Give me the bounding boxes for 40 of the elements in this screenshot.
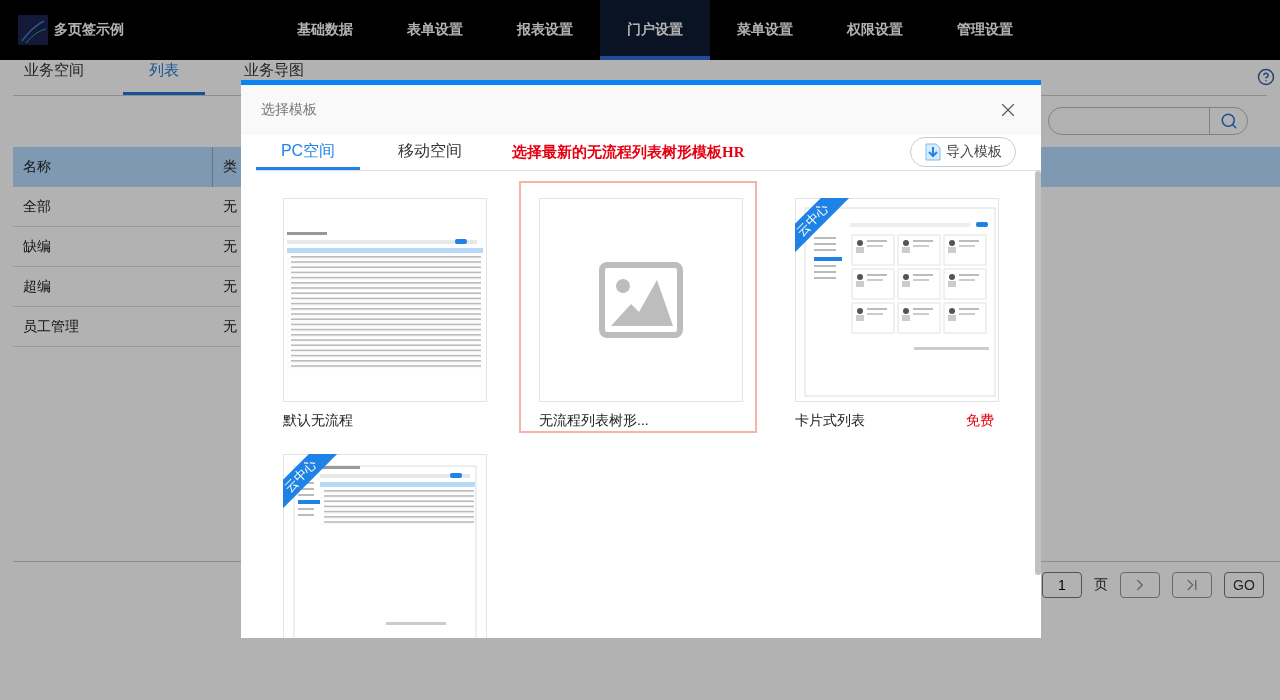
last-page-button[interactable] [1172,572,1212,598]
sub-tab[interactable]: 列表 [123,60,205,95]
nav-tab[interactable]: 报表设置 [490,0,600,60]
template-name: 卡片式列表 [795,412,865,430]
dialog-tab[interactable]: 移动空间 [378,135,482,170]
template-card[interactable]: 无流程列表树形... [519,181,757,433]
table-cell-text: 无 [222,196,238,216]
nav-tab[interactable]: 菜单设置 [710,0,820,60]
instruction-note: 选择最新的无流程列表树形模板HR [512,143,745,162]
table-cell-text: 全部 [22,196,52,216]
dialog-title: 选择模板 [261,101,317,119]
file-download-icon [925,143,941,161]
table-cell-text: 无 [222,276,238,296]
template-name: 默认无流程 [283,412,353,430]
template-name: 无流程列表树形... [539,412,649,430]
nav-tab[interactable]: 表单设置 [380,0,490,60]
dialog-tab[interactable]: PC空间 [256,135,360,170]
nav-tab[interactable]: 权限设置 [820,0,930,60]
table-cell-text: 无 [222,316,238,336]
page-label: 页 [1094,576,1108,594]
table-cell-text: 超编 [22,276,52,296]
nav-tab[interactable]: 基础数据 [270,0,380,60]
search-icon [1219,112,1238,130]
page-input[interactable]: 1 [1042,572,1082,598]
help-icon[interactable] [1257,68,1275,86]
price-label: 免费 [966,412,994,430]
next-page-button[interactable] [1120,572,1160,598]
image-icon [599,262,683,338]
nav-tab[interactable]: 门户设置 [600,0,710,60]
column-header: 类 [222,157,238,176]
logo-icon [18,15,48,45]
table-cell-text: 无 [222,236,238,256]
import-button[interactable]: 导入模板 [910,137,1016,167]
go-button[interactable]: GO [1224,572,1264,598]
sub-tab[interactable]: 业务空间 [13,60,95,95]
app-title: 多页签示例 [54,21,124,39]
scrollbar[interactable] [1035,171,1041,575]
table-cell-text: 员工管理 [22,316,80,336]
nav-tab[interactable]: 管理设置 [930,0,1040,60]
table-cell-text: 缺编 [22,236,52,256]
